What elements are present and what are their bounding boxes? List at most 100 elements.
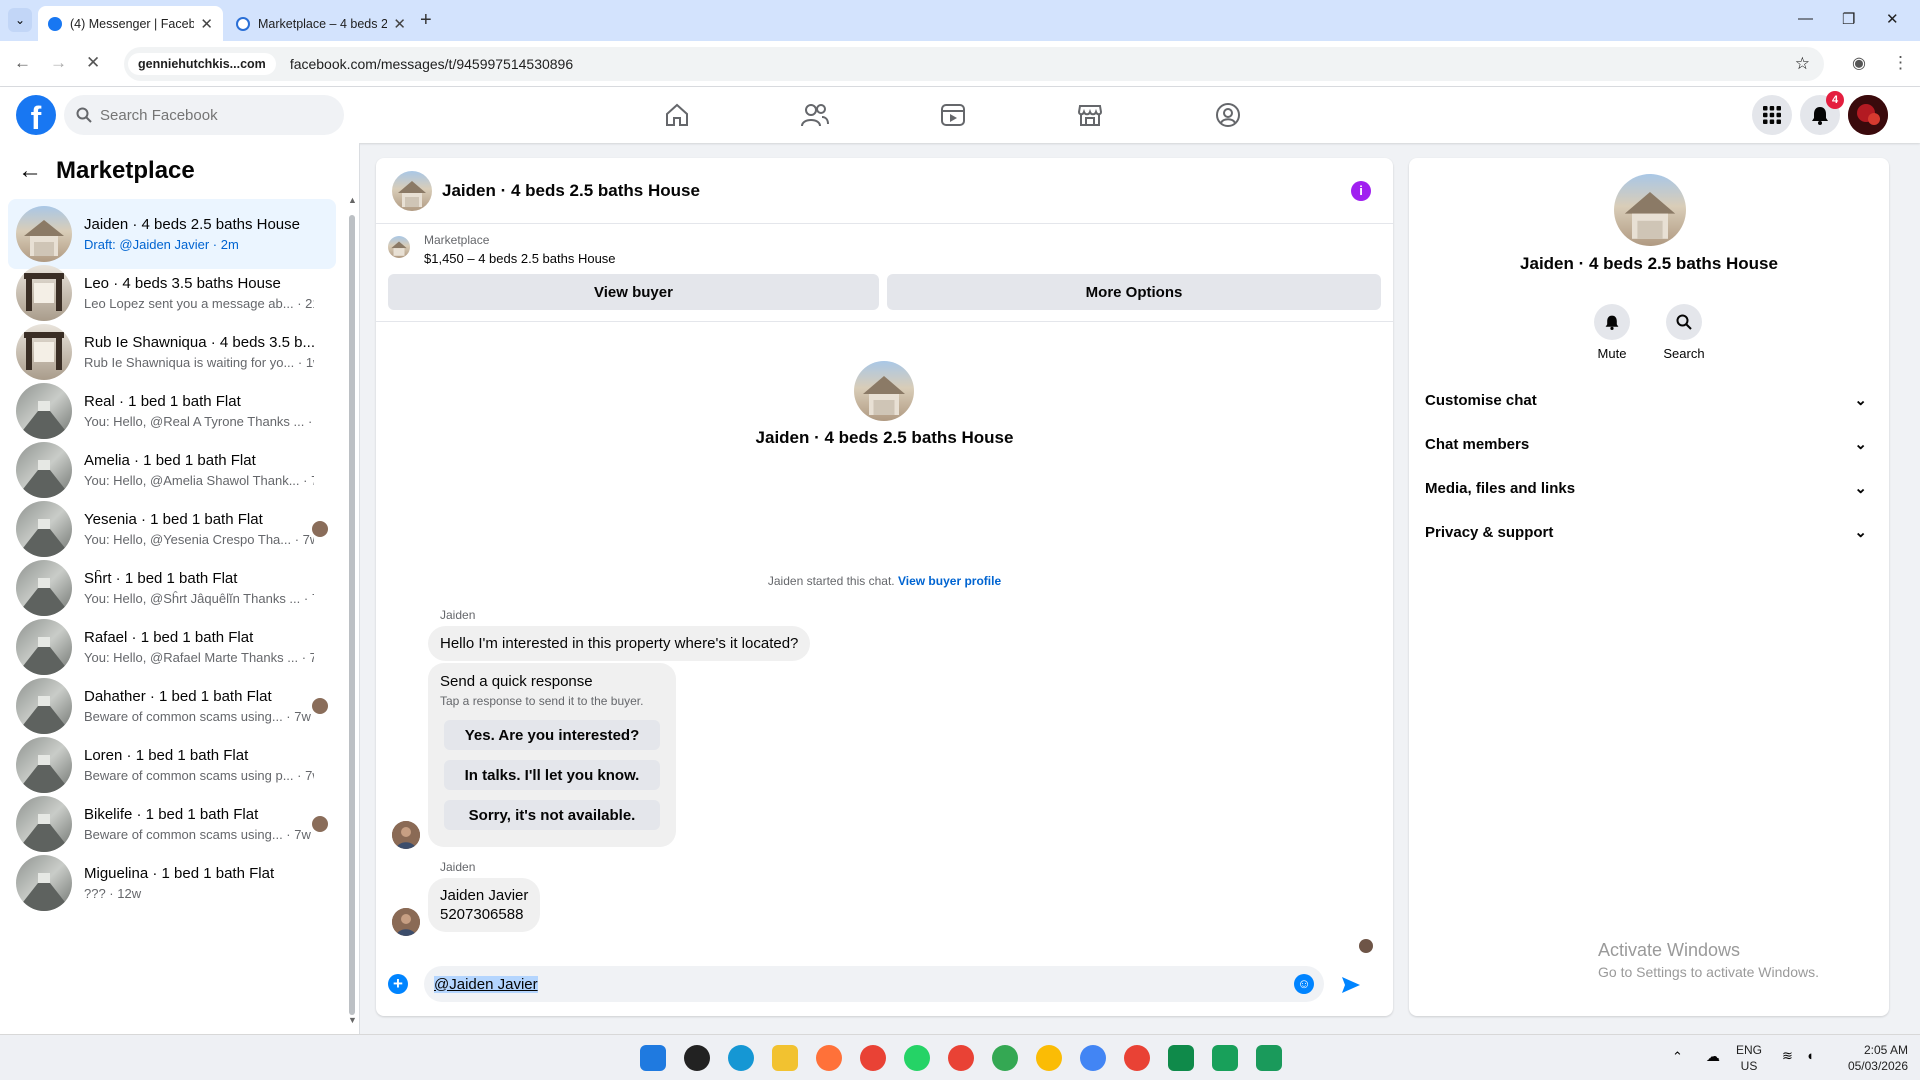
menu-grid-button[interactable] xyxy=(1752,95,1792,135)
chrome-icon[interactable] xyxy=(860,1045,886,1071)
info-icon[interactable]: i xyxy=(1351,181,1371,201)
activate-windows-watermark: Activate Windows Go to Settings to activ… xyxy=(1598,940,1819,980)
bookmark-star-icon[interactable]: ☆ xyxy=(1795,54,1810,74)
whatsapp-icon[interactable] xyxy=(904,1045,930,1071)
conversation-item[interactable]: Miguelina · 1 bed 1 bath Flat ??? · 12w xyxy=(8,848,336,918)
loading-favicon-icon xyxy=(236,16,250,31)
section-customise-chat[interactable]: Customise chat ⌄ xyxy=(1425,378,1873,422)
profile-icon[interactable]: ◉ xyxy=(1852,53,1866,73)
quick-response-card: Send a quick response Tap a response to … xyxy=(428,663,676,847)
browser-menu-icon[interactable]: ⋮ xyxy=(1892,53,1909,73)
close-tab-icon[interactable]: ✕ xyxy=(393,15,406,33)
more-options-button[interactable]: More Options xyxy=(887,274,1381,310)
buyer-profile-picture xyxy=(392,821,420,849)
nav-friends[interactable] xyxy=(760,87,870,143)
scrollbar[interactable]: ▲ ▼ xyxy=(348,195,357,1025)
forward-arrow-icon[interactable]: → xyxy=(50,53,67,73)
back-arrow-icon[interactable]: ← xyxy=(14,53,31,73)
url-text[interactable]: facebook.com/messages/t/945997514530896 xyxy=(290,56,573,72)
house-thumbnail xyxy=(1614,174,1686,246)
search-in-chat-button[interactable]: Search xyxy=(1654,304,1714,361)
house-thumbnail xyxy=(854,361,914,421)
emoji-icon[interactable]: ☺ xyxy=(1294,974,1314,994)
message-bubble[interactable]: Hello I'm interested in this property wh… xyxy=(428,626,811,661)
mention-text[interactable]: @Jaiden Javier xyxy=(434,975,538,993)
edge-icon[interactable] xyxy=(728,1045,754,1071)
app-icon[interactable] xyxy=(1080,1045,1106,1071)
close-tab-icon[interactable]: ✕ xyxy=(200,15,213,33)
search-input[interactable] xyxy=(100,106,320,124)
listing-thumbnail[interactable] xyxy=(388,236,410,258)
scrollbar-thumb[interactable] xyxy=(349,215,355,1015)
app-icon[interactable] xyxy=(1256,1045,1282,1071)
start-icon[interactable] xyxy=(640,1045,666,1071)
quick-response-in-talks[interactable]: In talks. I'll let you know. xyxy=(444,760,660,790)
clock-time: 2:05 AM xyxy=(1863,1043,1908,1057)
nav-home[interactable] xyxy=(622,87,732,143)
facebook-search-box[interactable] xyxy=(64,95,344,135)
tab-search-button[interactable]: ⌄ xyxy=(8,8,32,32)
listing-price-title[interactable]: $1,450 – 4 beds 2.5 baths House xyxy=(424,251,616,266)
buyer-avatar[interactable] xyxy=(392,908,420,936)
mute-button[interactable]: Mute xyxy=(1582,304,1642,361)
search-icon xyxy=(1666,304,1702,340)
app-icon[interactable] xyxy=(684,1045,710,1071)
quick-response-yes[interactable]: Yes. Are you interested? xyxy=(444,720,660,750)
buyer-avatar[interactable] xyxy=(392,821,420,849)
chat-window: Jaiden · 4 beds 2.5 baths House i Market… xyxy=(376,158,1393,1016)
file-explorer-icon[interactable] xyxy=(772,1045,798,1071)
section-label: Media, files and links xyxy=(1425,479,1576,497)
section-media-files-links[interactable]: Media, files and links ⌄ xyxy=(1425,466,1873,510)
conversation-preview: You: Hello, @Yesenia Crespo Tha... · 7w xyxy=(84,532,314,547)
chrome-icon[interactable] xyxy=(948,1045,974,1071)
volume-icon[interactable]: ◖ xyxy=(1806,1048,1814,1063)
wifi-icon[interactable]: ≋ xyxy=(1782,1048,1793,1064)
stop-loading-icon[interactable]: ✕ xyxy=(86,53,100,73)
scroll-up-icon[interactable]: ▲ xyxy=(348,195,357,205)
section-chat-members[interactable]: Chat members ⌄ xyxy=(1425,422,1873,466)
conversation-text: Jaiden · 4 beds 2.5 baths House Draft: @J… xyxy=(84,216,314,252)
plus-icon[interactable]: + xyxy=(388,974,408,994)
tab-marketplace[interactable]: Marketplace – 4 beds 2.5 baths ✕ xyxy=(226,6,416,41)
restore-button[interactable]: ❐ xyxy=(1842,10,1855,28)
new-tab-button[interactable]: + xyxy=(420,9,432,32)
conversation-text: Yesenia · 1 bed 1 bath Flat You: Hello, @… xyxy=(84,511,314,547)
clock[interactable]: 2:05 AM 05/03/2026 xyxy=(1838,1042,1908,1074)
section-label: Privacy & support xyxy=(1425,523,1554,541)
nav-marketplace[interactable] xyxy=(1035,87,1145,143)
section-privacy-support[interactable]: Privacy & support ⌄ xyxy=(1425,510,1873,554)
chat-avatar[interactable] xyxy=(392,170,432,211)
notifications-button[interactable]: 4 xyxy=(1800,91,1844,135)
omnibox[interactable]: genniehutchkis...com facebook.com/messag… xyxy=(124,47,1824,81)
minimize-button[interactable]: — xyxy=(1798,10,1813,27)
firefox-icon[interactable] xyxy=(816,1045,842,1071)
language-indicator[interactable]: ENG US xyxy=(1736,1042,1762,1074)
site-info-chip[interactable]: genniehutchkis...com xyxy=(128,53,276,75)
facebook-logo[interactable]: f xyxy=(16,95,56,135)
listing-thumbnail xyxy=(16,796,72,852)
message-bubble[interactable]: Jaiden Javier 5207306588 xyxy=(428,878,541,932)
nav-video[interactable] xyxy=(898,87,1008,143)
view-buyer-button[interactable]: View buyer xyxy=(388,274,879,310)
conversation-title: Rafael · 1 bed 1 bath Flat xyxy=(84,629,254,646)
address-bar: ← → ✕ genniehutchkis...com facebook.com/… xyxy=(0,41,1920,87)
tab-messenger[interactable]: (4) Messenger | Facebook ✕ xyxy=(38,6,223,41)
quick-response-not-available[interactable]: Sorry, it's not available. xyxy=(444,800,660,830)
account-avatar[interactable] xyxy=(1848,95,1888,135)
message-input[interactable]: @Jaiden Javier ☺ xyxy=(424,966,1324,1002)
chat-title[interactable]: Jaiden · 4 beds 2.5 baths House xyxy=(442,181,700,201)
chrome-icon[interactable] xyxy=(1124,1045,1150,1071)
app-icon[interactable] xyxy=(1168,1045,1194,1071)
tray-chevron-icon[interactable]: ⌃ xyxy=(1672,1049,1683,1065)
conversation-preview: Beware of common scams using... · 7w xyxy=(84,827,311,842)
cloud-sync-icon[interactable]: ☁ xyxy=(1706,1048,1720,1065)
nav-groups[interactable] xyxy=(1173,87,1283,143)
scroll-down-icon[interactable]: ▼ xyxy=(348,1015,357,1025)
view-buyer-profile-link[interactable]: View buyer profile xyxy=(898,574,1001,588)
chrome-icon[interactable] xyxy=(1036,1045,1062,1071)
app-icon[interactable] xyxy=(1212,1045,1238,1071)
back-arrow-icon[interactable]: ← xyxy=(18,157,42,185)
close-window-button[interactable]: ✕ xyxy=(1886,10,1899,28)
send-icon[interactable] xyxy=(1341,975,1361,995)
chrome-icon[interactable] xyxy=(992,1045,1018,1071)
